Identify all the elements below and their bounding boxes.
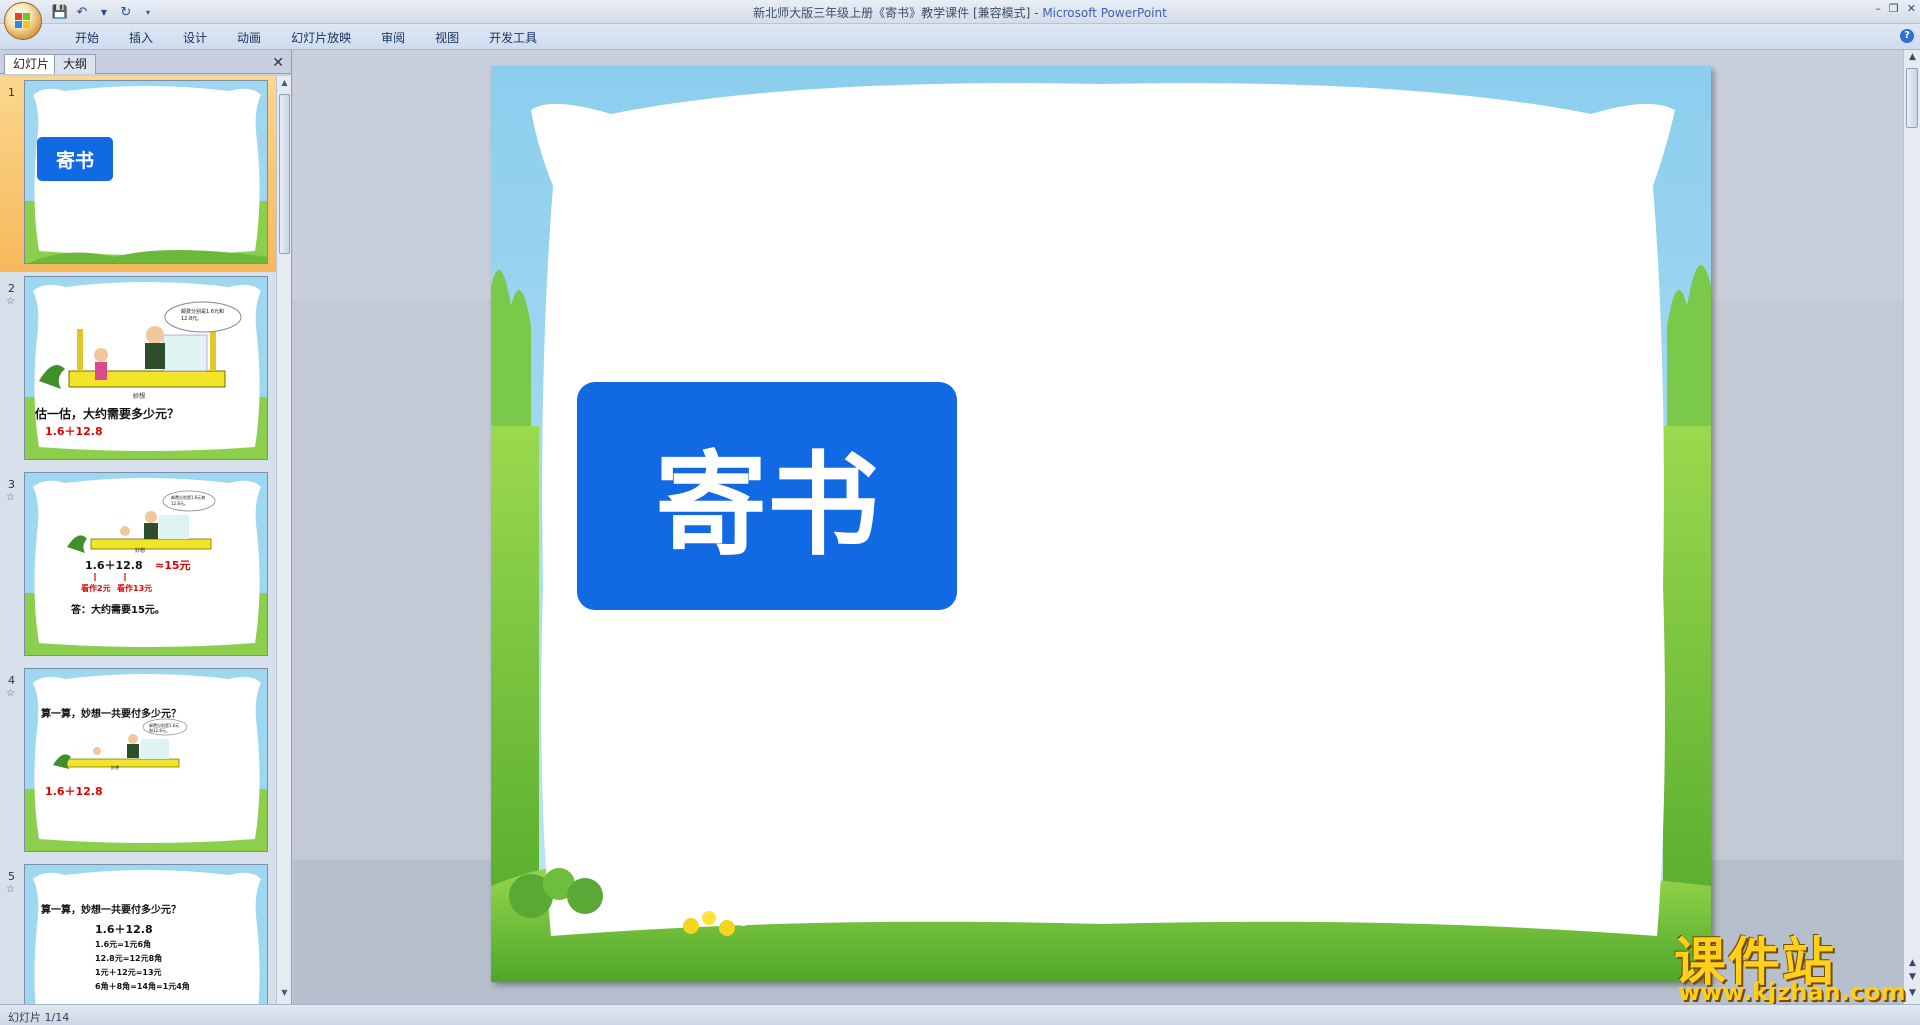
thumbnail-expression: 1.6＋12.8 xyxy=(45,785,103,798)
scrollbar-thumb[interactable] xyxy=(279,94,290,254)
thumbnail-number: 3 xyxy=(8,478,15,491)
minimize-icon[interactable]: – xyxy=(1875,2,1881,15)
tab-developer[interactable]: 开发工具 xyxy=(474,29,552,47)
slide-background xyxy=(25,473,267,655)
thumbnail-approx: ≈15元 xyxy=(155,559,191,572)
thumbnail-slide-5[interactable]: 5 ☆ 算一算，妙想一共要付多少元？ 1.6＋12.8 1.6元=1元6角 12… xyxy=(0,860,276,1004)
thumbnail-slide-1[interactable]: 1 寄书 xyxy=(0,76,276,272)
animation-star-icon: ☆ xyxy=(6,492,15,503)
thumbnail-expression: 1.6＋12.8 xyxy=(45,425,103,438)
help-icon[interactable]: ? xyxy=(1900,29,1914,43)
tab-animations[interactable]: 动画 xyxy=(222,29,276,47)
main-slide[interactable]: 寄书 xyxy=(491,66,1711,982)
thumbnail-slide-2[interactable]: 2 ☆ 邮费分别是1.6元和12.8元。 妙想 估一估，大约需要多少元？ 1.6… xyxy=(0,272,276,468)
document-title: 新北师大版三年级上册《寄书》教学课件 [兼容模式] xyxy=(753,6,1031,20)
ribbon-tabs-bar: 开始 插入 设计 动画 幻灯片放映 审阅 视图 开发工具 ? xyxy=(0,24,1920,50)
thumbnail-answer: 答：大约需要15元。 xyxy=(71,605,165,616)
tab-insert[interactable]: 插入 xyxy=(114,29,168,47)
thumbnail-preview: 算一算，妙想一共要付多少元？ 1.6＋12.8 1.6元=1元6角 12.8元=… xyxy=(24,864,268,1004)
thumbnail-slide-3[interactable]: 3 ☆ 邮费分别是1.6元和12.8元。 妙想 1.6＋12.8 ≈15元 看作… xyxy=(0,468,276,664)
window-title: 新北师大版三年级上册《寄书》教学课件 [兼容模式] - Microsoft Po… xyxy=(753,6,1167,20)
thumbnail-line-1: 1.6元=1元6角 xyxy=(95,940,152,949)
tab-outline[interactable]: 大纲 xyxy=(54,54,97,74)
character-label: 妙想 xyxy=(111,765,119,770)
slide-title: 寄书 xyxy=(655,441,879,571)
slide-counter: 幻灯片 1/14 xyxy=(8,1011,70,1024)
scroll-down-icon[interactable]: ▼ xyxy=(1904,988,1920,1002)
thumbnail-number: 1 xyxy=(8,86,15,99)
scroll-down-icon[interactable]: ▼ xyxy=(277,988,292,1002)
thumbnail-preview: 邮费分别是1.6元和12.8元。 妙想 算一算，妙想一共要付多少元？ 1.6＋1… xyxy=(24,668,268,852)
thumbnail-scrollbar[interactable]: ▲ ▼ xyxy=(276,76,291,1004)
watermark-url: www.kjzhan.com xyxy=(1678,978,1906,1006)
title-bar: 💾 ↶ ▼ ↻ ▾ 新北师大版三年级上册《寄书》教学课件 [兼容模式] - Mi… xyxy=(0,0,1920,24)
character-label: 妙想 xyxy=(135,548,146,554)
app-name: Microsoft PowerPoint xyxy=(1042,6,1167,20)
thumbnail-question: 算一算，妙想一共要付多少元？ xyxy=(41,709,181,720)
animation-star-icon: ☆ xyxy=(6,296,15,307)
tab-review[interactable]: 审阅 xyxy=(366,29,420,47)
office-button[interactable] xyxy=(4,2,42,40)
office-logo-icon xyxy=(15,13,31,29)
thumbnail-note-a: 看作2元 xyxy=(81,584,111,593)
thumbnail-preview: 邮费分别是1.6元和12.8元。 妙想 估一估，大约需要多少元？ 1.6＋12.… xyxy=(24,276,268,460)
pane-tabs: 幻灯片 大纲 ✕ xyxy=(0,52,292,74)
thumbnail-number: 2 xyxy=(8,282,15,295)
thumbnail-title: 寄书 xyxy=(55,149,94,172)
restore-icon[interactable]: ❐ xyxy=(1889,2,1899,15)
thumbnail-expression: 1.6＋12.8 xyxy=(85,559,143,572)
tab-design[interactable]: 设计 xyxy=(168,29,222,47)
animation-star-icon: ☆ xyxy=(6,688,15,699)
thumbnail-preview: 寄书 xyxy=(24,80,268,264)
thumbnail-number: 5 xyxy=(8,870,15,883)
thumbnail-expression: 1.6＋12.8 xyxy=(95,923,153,936)
slide-background xyxy=(25,669,267,851)
thumbnail-line-3: 1元＋12元=13元 xyxy=(95,968,162,977)
speech-bubble-text: 邮费分别是1.6元和12.8元。 xyxy=(171,495,206,506)
watermark-logo: 课件站 www.kjzhan.com xyxy=(1668,920,1906,1006)
slide-title-box[interactable]: 寄书 xyxy=(577,382,957,610)
thumbnail-line-4: 6角＋8角=14角=1元4角 xyxy=(95,982,190,991)
speech-bubble-text: 邮费分别是1.6元和12.8元。 xyxy=(181,309,224,322)
scroll-up-icon[interactable]: ▲ xyxy=(1904,52,1920,66)
close-icon[interactable]: ✕ xyxy=(1907,2,1916,15)
tab-home[interactable]: 开始 xyxy=(60,29,114,47)
thumbnail-number: 4 xyxy=(8,674,15,687)
thumbnail-slide-4[interactable]: 4 ☆ 邮费分别是1.6元和12.8元。 妙想 算一算，妙想一共要付多少元？ 1… xyxy=(0,664,276,860)
window-controls: – ❐ ✕ xyxy=(1875,2,1916,15)
next-slide-icon[interactable]: ▼ xyxy=(1904,972,1920,986)
thumbnail-list: 1 寄书 2 ☆ 邮费分别是1.6元和12.8元。 妙想 估一估，大约需要多少元… xyxy=(0,76,276,1004)
thumbnail-title-box: 寄书 xyxy=(37,137,113,181)
thumbnail-question: 算一算，妙想一共要付多少元？ xyxy=(41,905,181,916)
ribbon-tabs: 开始 插入 设计 动画 幻灯片放映 审阅 视图 开发工具 xyxy=(60,29,552,47)
tab-slide-show[interactable]: 幻灯片放映 xyxy=(276,29,366,47)
close-pane-icon[interactable]: ✕ xyxy=(272,55,284,71)
character-label: 妙想 xyxy=(133,393,146,400)
editor-scrollbar[interactable]: ▲ ▲ ▼ ▼ xyxy=(1903,50,1920,1004)
tab-view[interactable]: 视图 xyxy=(420,29,474,47)
previous-slide-icon[interactable]: ▲ xyxy=(1904,958,1920,972)
thumbnail-line-2: 12.8元=12元8角 xyxy=(95,954,163,963)
animation-star-icon: ☆ xyxy=(6,884,15,895)
speech-bubble-text: 邮费分别是1.6元和12.8元。 xyxy=(149,723,180,733)
scrollbar-thumb[interactable] xyxy=(1906,68,1918,128)
thumbnail-note-b: 看作13元 xyxy=(117,584,153,593)
thumbnail-preview: 邮费分别是1.6元和12.8元。 妙想 1.6＋12.8 ≈15元 看作2元 看… xyxy=(24,472,268,656)
scroll-up-icon[interactable]: ▲ xyxy=(277,78,292,92)
thumbnail-question: 估一估，大约需要多少元？ xyxy=(35,407,180,421)
tab-slides[interactable]: 幻灯片 xyxy=(4,54,59,74)
slides-pane: 幻灯片 大纲 ✕ 1 寄书 2 ☆ 邮费分别是1.6元和12.8元。 妙想 估一… xyxy=(0,50,292,1004)
status-bar: 幻灯片 1/14 xyxy=(0,1004,1920,1025)
